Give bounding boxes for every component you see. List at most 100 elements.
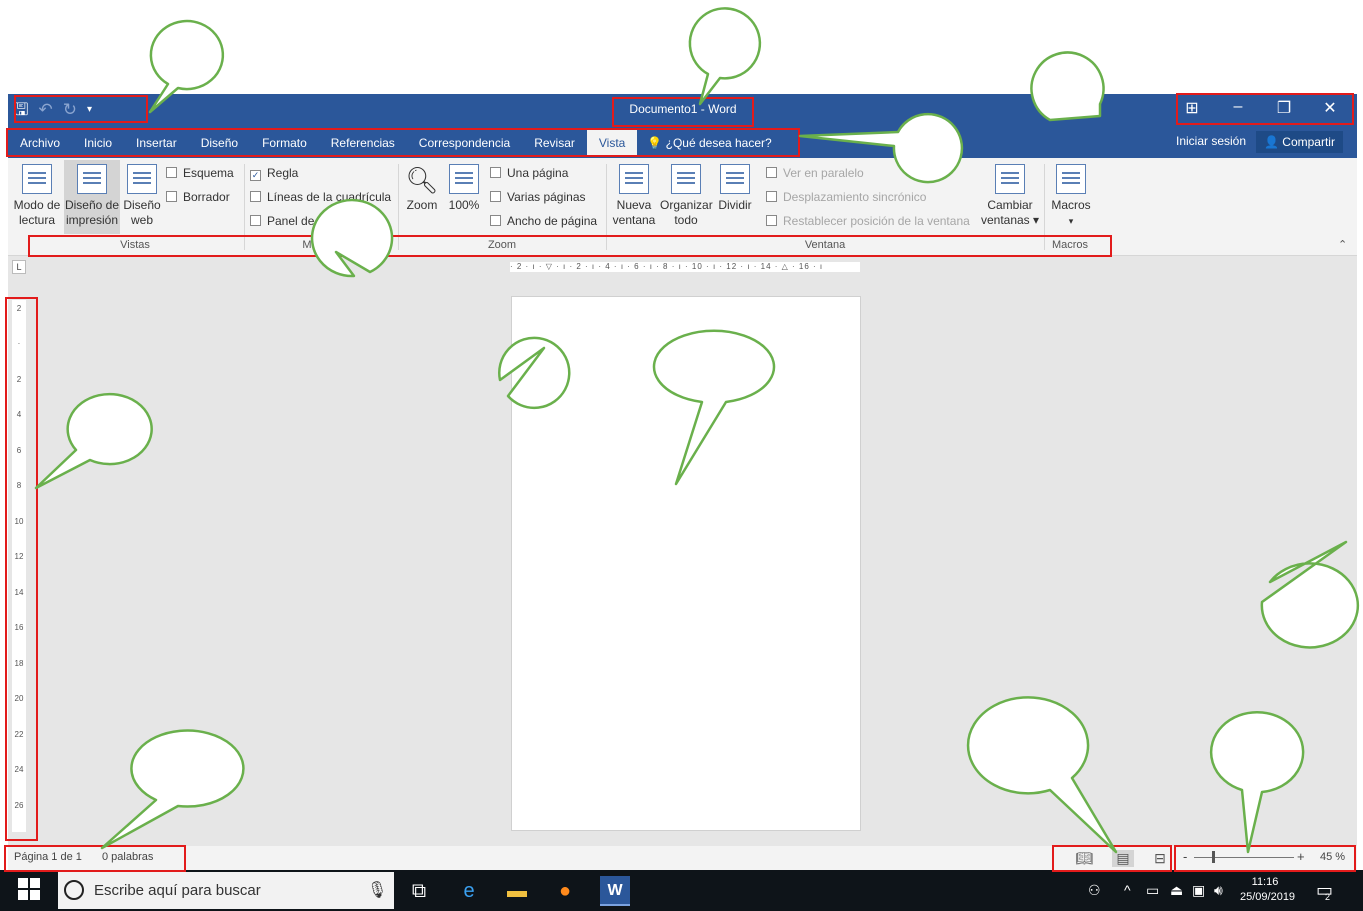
annotation-box-view-buttons [1052, 845, 1172, 872]
speech-bubble-2 [688, 7, 762, 106]
outline-button[interactable]: Esquema [166, 166, 234, 180]
zoom-button[interactable]: 🔍︎ Zoom [404, 164, 440, 213]
switch-windows-button[interactable]: Cambiar ventanas ▾ [980, 164, 1040, 228]
annotation-box-zoom [1174, 845, 1356, 872]
web-layout-icon [127, 164, 157, 194]
page-width-button[interactable]: Ancho de página [490, 214, 597, 228]
sync-scroll-button[interactable]: Desplazamiento sincrónico [766, 190, 926, 204]
sign-in-link[interactable]: Iniciar sesión [1176, 134, 1246, 148]
macros-label: Macros [1051, 198, 1091, 212]
arrange-all-label-1: Organizar [660, 198, 713, 212]
tab-selector[interactable]: L [12, 260, 26, 274]
annotation-box-vertical-ruler [5, 297, 38, 841]
read-mode-label-2: lectura [18, 213, 56, 227]
sync-scroll-icon [766, 191, 777, 202]
page-width-icon [490, 215, 501, 226]
reset-window-button[interactable]: Restablecer posición de la ventana [766, 214, 970, 228]
checked-icon: ✓ [250, 170, 261, 181]
multiple-pages-icon [490, 191, 501, 202]
draft-button[interactable]: Borrador [166, 190, 230, 204]
macros-button[interactable]: Macros ▾ [1048, 164, 1094, 229]
side-by-side-icon [766, 167, 777, 178]
read-mode-icon [22, 164, 52, 194]
ruler-checkbox[interactable]: ✓ Regla [250, 166, 298, 181]
zoom-100-button[interactable]: 100% [446, 164, 482, 213]
annotation-box-status-left [4, 845, 186, 872]
windows-start-icon[interactable] [18, 878, 42, 902]
read-mode-label-1: Modo de [13, 198, 61, 212]
dropdown-arrow-icon: ▾ [1068, 216, 1074, 226]
page-width-label: Ancho de página [507, 214, 598, 228]
read-mode-button[interactable]: Modo de lectura [12, 164, 62, 228]
split-icon [720, 164, 750, 194]
annotation-box-group-labels [28, 235, 1112, 257]
person-icon: 👤 [1264, 135, 1283, 149]
print-layout-button[interactable]: Diseño de impresión [64, 160, 120, 234]
one-page-icon [490, 167, 501, 178]
taskbar-clock[interactable]: 11:16 25/09/2019 [1240, 875, 1296, 905]
file-explorer-icon[interactable]: ▬ [502, 876, 532, 906]
gridlines-checkbox[interactable]: Líneas de la cuadrícula [250, 190, 391, 204]
text-cursor [545, 342, 547, 366]
network-icon[interactable]: ▣ [1192, 882, 1205, 899]
annotation-box-title [612, 97, 754, 127]
taskbar-search-placeholder: Escribe aquí para buscar [94, 882, 261, 899]
microphone-icon[interactable]: 🎙︎ [367, 880, 387, 900]
multiple-pages-label: Varias páginas [507, 190, 586, 204]
magnifier-icon: 🔍︎ [405, 165, 439, 195]
arrange-all-label-2: todo [674, 213, 698, 227]
horizontal-ruler[interactable]: · 2 · ı · ▽ · ı · 2 · ı · 4 · ı · 6 · ı … [510, 262, 860, 272]
print-layout-label-1: Diseño de [64, 198, 120, 212]
word-taskbar-icon[interactable]: W [600, 876, 630, 906]
annotation-box-window-controls [1176, 93, 1354, 125]
battery-icon[interactable]: ▭ [1146, 882, 1159, 899]
outline-icon [166, 167, 177, 178]
share-label: Compartir [1282, 135, 1335, 149]
navigation-pane-label: Panel de navegación [267, 214, 380, 228]
split-label: Dividir [718, 198, 752, 212]
web-layout-label-1: Diseño [123, 198, 161, 212]
new-window-label-2: ventana [612, 213, 656, 227]
clock-date: 25/09/2019 [1240, 891, 1296, 903]
split-button[interactable]: Dividir [716, 164, 754, 213]
side-by-side-button[interactable]: Ver en paralelo [766, 166, 864, 180]
one-page-button[interactable]: Una página [490, 166, 568, 180]
draft-label: Borrador [183, 190, 230, 204]
switch-windows-label-1: Cambiar [987, 198, 1033, 212]
zoom-100-icon [449, 164, 479, 194]
volume-icon[interactable]: 🔊︎ [1214, 882, 1223, 899]
firefox-icon[interactable]: ● [550, 876, 580, 906]
zoom-100-label: 100% [448, 198, 480, 212]
print-layout-icon [77, 164, 107, 194]
web-layout-label-2: web [130, 213, 153, 227]
sync-scroll-label: Desplazamiento sincrónico [783, 190, 927, 204]
notification-center-icon[interactable]: ▭2 [1316, 880, 1338, 902]
ruler-label: Regla [267, 166, 299, 180]
notification-count: 2 [1325, 892, 1331, 902]
document-page[interactable] [511, 296, 861, 831]
arrange-all-button[interactable]: Organizar todo [660, 164, 713, 228]
collapse-ribbon-icon[interactable]: ⌃ [1338, 238, 1347, 251]
annotation-box-quick-access [14, 95, 148, 123]
tray-chevron-icon[interactable]: ^ [1124, 882, 1131, 898]
draft-icon [166, 191, 177, 202]
reset-window-icon [766, 215, 777, 226]
cortana-icon [64, 880, 84, 900]
share-button[interactable]: 👤 Compartir [1256, 131, 1343, 153]
unchecked-icon [250, 191, 261, 202]
edge-icon[interactable]: e [454, 876, 484, 906]
zoom-label: Zoom [406, 198, 438, 212]
usb-icon[interactable]: ⏏ [1170, 882, 1183, 899]
gridlines-label: Líneas de la cuadrícula [267, 190, 392, 204]
unchecked-icon [250, 215, 261, 226]
multiple-pages-button[interactable]: Varias páginas [490, 190, 586, 204]
new-window-label-1: Nueva [616, 198, 652, 212]
one-page-label: Una página [507, 166, 569, 180]
new-window-button[interactable]: Nueva ventana [612, 164, 656, 228]
people-icon[interactable]: ⚇ [1088, 882, 1101, 899]
reset-window-label: Restablecer posición de la ventana [783, 214, 970, 228]
web-layout-button[interactable]: Diseño web [122, 164, 162, 228]
new-window-icon [619, 164, 649, 194]
navigation-pane-checkbox[interactable]: Panel de navegación [250, 214, 379, 228]
task-view-icon[interactable]: ⧉ [404, 876, 434, 906]
